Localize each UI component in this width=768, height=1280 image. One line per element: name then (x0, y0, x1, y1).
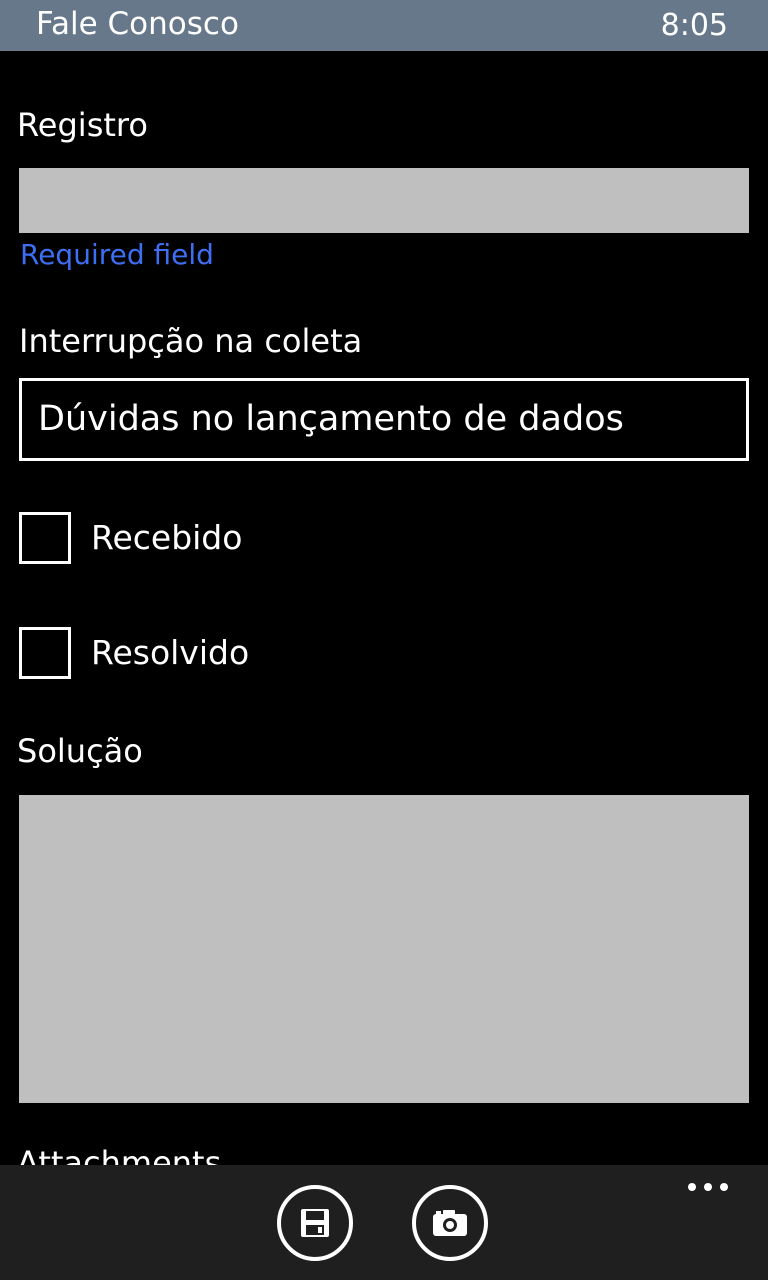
camera-button[interactable] (412, 1185, 488, 1261)
registro-input[interactable] (19, 168, 749, 233)
interrupcao-label: Interrupção na coleta (19, 322, 363, 360)
interrupcao-selected-value: Dúvidas no lançamento de dados (38, 399, 624, 439)
status-bar: Fale Conosco 8:05 (0, 0, 768, 51)
attachments-section: Attachments (17, 1140, 417, 1165)
more-options-button[interactable] (688, 1177, 732, 1197)
required-field-message: Required field (20, 238, 214, 271)
interrupcao-picker[interactable]: Dúvidas no lançamento de dados (19, 378, 749, 461)
recebido-checkbox[interactable] (19, 512, 71, 564)
app-bar (0, 1165, 768, 1280)
save-icon (301, 1209, 329, 1237)
attachments-label: Attachments (17, 1144, 222, 1165)
recebido-label: Recebido (91, 518, 243, 557)
ellipsis-icon (688, 1183, 696, 1191)
solucao-label: Solução (17, 732, 143, 770)
resolvido-label: Resolvido (91, 633, 250, 672)
clock: 8:05 (660, 8, 728, 43)
save-button[interactable] (277, 1185, 353, 1261)
screen: Fale Conosco 8:05 Registro Required fiel… (0, 0, 768, 1280)
solucao-textarea[interactable] (19, 795, 749, 1103)
camera-icon (433, 1210, 467, 1236)
app-title: Fale Conosco (36, 6, 239, 42)
resolvido-checkbox[interactable] (19, 627, 71, 679)
registro-label: Registro (17, 106, 148, 144)
